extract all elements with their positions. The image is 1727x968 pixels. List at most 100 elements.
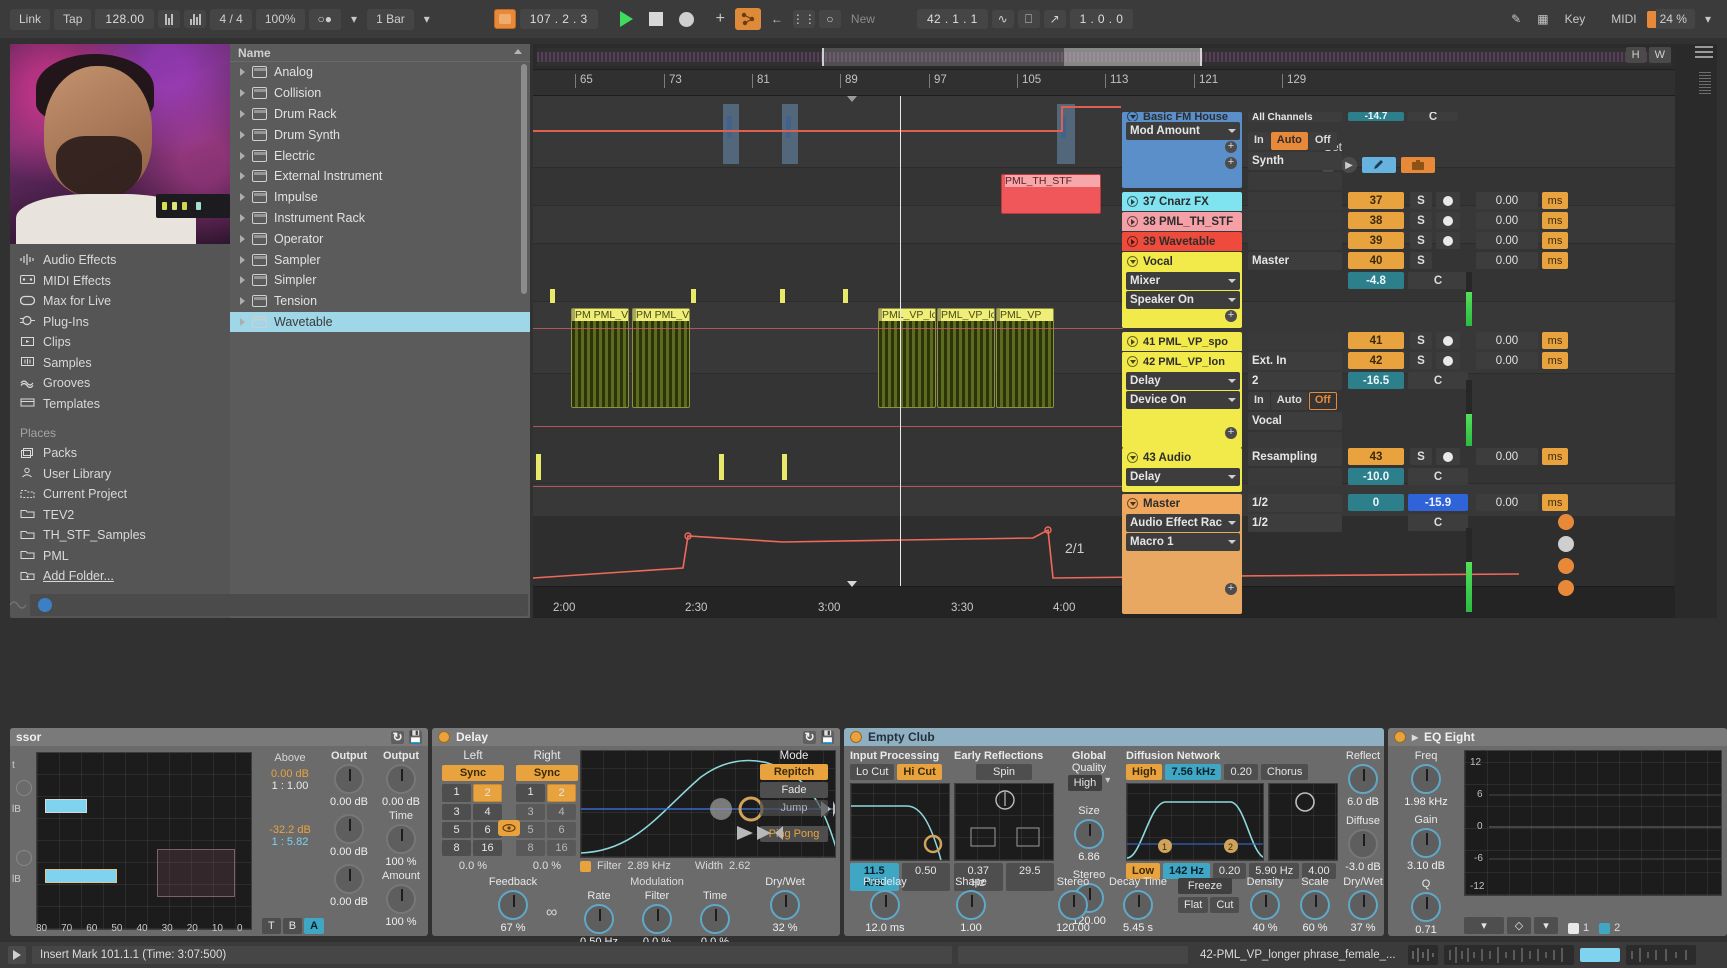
delay-unit-43[interactable]: ms bbox=[1542, 448, 1568, 465]
sidebar-item-packs[interactable]: Packs bbox=[20, 443, 230, 464]
early-reflections-graph[interactable] bbox=[954, 783, 1054, 861]
io-ext-in-42[interactable]: Ext. In bbox=[1248, 352, 1342, 370]
sidebar-item-samples[interactable]: Samples bbox=[20, 353, 230, 374]
plugin-badge-icon[interactable] bbox=[38, 598, 52, 612]
expand-triangle-icon[interactable] bbox=[240, 276, 245, 285]
punch-icon[interactable]: ○ bbox=[818, 10, 841, 28]
reverb-drywet-value[interactable]: 37 % bbox=[1350, 922, 1375, 934]
sidebar-item-add-folder[interactable]: Add Folder... bbox=[20, 566, 230, 587]
device-speaker-on[interactable]: Speaker On bbox=[1126, 291, 1240, 309]
output-knob-3[interactable] bbox=[334, 864, 364, 894]
track-41-pml-vp-spo[interactable]: 41 PML_VP_spo bbox=[1122, 332, 1242, 351]
scale-value[interactable]: 60 % bbox=[1302, 922, 1327, 934]
decay-knob[interactable] bbox=[1123, 890, 1153, 920]
pan-field-0[interactable]: C bbox=[1408, 112, 1458, 121]
delay-field-39[interactable]: 0.00 bbox=[1476, 232, 1538, 249]
midi-map-button[interactable]: MIDI bbox=[1605, 9, 1642, 29]
track-37-cnarz-fx[interactable]: 37 Cnarz FX bbox=[1122, 192, 1242, 211]
right-div-1[interactable]: 1 bbox=[516, 784, 545, 802]
clip-pm-pml-v-1[interactable]: PM PML_V bbox=[571, 308, 629, 408]
arrangement-record-icon[interactable] bbox=[493, 9, 516, 29]
delay-unit-39[interactable]: ms bbox=[1542, 232, 1568, 249]
amount-value[interactable]: 100 % bbox=[385, 916, 416, 928]
arm-button-38[interactable] bbox=[1436, 212, 1460, 229]
overview-selection-active[interactable] bbox=[1064, 48, 1202, 66]
reflect-knob[interactable] bbox=[1348, 764, 1378, 794]
compressor-graph[interactable] bbox=[36, 752, 252, 930]
filter-enable-icon[interactable] bbox=[580, 860, 591, 872]
io-empty-41[interactable] bbox=[1248, 332, 1342, 350]
reflect-value[interactable]: 6.0 dB bbox=[1347, 796, 1379, 808]
loop-marker-icon[interactable] bbox=[847, 96, 857, 102]
browser-item[interactable]: Instrument Rack bbox=[230, 208, 530, 229]
browser-item[interactable]: Simpler bbox=[230, 270, 530, 291]
delay-unit-40[interactable]: ms bbox=[1542, 252, 1568, 269]
solo-button-38[interactable]: S bbox=[1410, 212, 1432, 229]
browser-item[interactable]: Tension bbox=[230, 291, 530, 312]
eq-curve-graph[interactable]: 12 6 0 -6 -12 bbox=[1464, 750, 1722, 896]
delay-unit-38[interactable]: ms bbox=[1542, 212, 1568, 229]
link-channels-icon[interactable] bbox=[498, 820, 520, 836]
device-audio-effect-rack[interactable]: Audio Effect Rac bbox=[1126, 514, 1240, 532]
clip-pml-vp-lo-2[interactable]: PML_VP_lo bbox=[937, 308, 995, 408]
expand-triangle-icon[interactable] bbox=[240, 213, 245, 222]
metronome-settings-icon[interactable] bbox=[184, 10, 207, 28]
status-clip-selected[interactable] bbox=[1579, 948, 1620, 962]
compressor-knob-left-2[interactable] bbox=[16, 850, 32, 866]
status-end-preview[interactable] bbox=[1625, 945, 1696, 965]
left-div-2[interactable]: 2 bbox=[473, 784, 502, 802]
right-div-16[interactable]: 16 bbox=[547, 840, 576, 856]
freeze-button[interactable]: Freeze bbox=[1178, 878, 1232, 894]
expand-triangle-icon[interactable] bbox=[240, 151, 245, 160]
delay-unit-37[interactable]: ms bbox=[1542, 192, 1568, 209]
track-number-42[interactable]: 42 bbox=[1348, 352, 1404, 369]
track-number-39[interactable]: 39 bbox=[1348, 232, 1404, 249]
sidebar-item-tev2[interactable]: TEV2 bbox=[20, 505, 230, 526]
mode-b-button[interactable]: B bbox=[282, 918, 303, 934]
io-out-vocal-42[interactable]: Vocal bbox=[1248, 412, 1342, 430]
add-device-icon[interactable]: + bbox=[1225, 157, 1237, 169]
track-basic-fm-house[interactable]: Basic FM House Mod Amount + + bbox=[1122, 112, 1242, 188]
sidebar-item-current-project[interactable]: Current Project bbox=[20, 484, 230, 505]
loop-switch-icon[interactable]: ⋮⋮ bbox=[792, 10, 816, 28]
time-value-top[interactable]: 0.00 dB bbox=[382, 796, 420, 808]
expand-triangle-icon[interactable] bbox=[240, 193, 245, 202]
sidebar-item-plug-ins[interactable]: Plug-Ins bbox=[20, 312, 230, 333]
browser-item[interactable]: Collision bbox=[230, 83, 530, 104]
browser-item[interactable]: Drum Synth bbox=[230, 124, 530, 145]
threshold-a[interactable]: 0.00 dB bbox=[254, 768, 326, 780]
add-device-icon[interactable]: + bbox=[1225, 141, 1237, 153]
device-delay-43[interactable]: Delay bbox=[1126, 468, 1240, 486]
volume-field-0[interactable]: -14.7 bbox=[1348, 112, 1404, 121]
arrangement-menu-icon[interactable] bbox=[1695, 46, 1713, 61]
pencil-icon[interactable] bbox=[1362, 157, 1396, 173]
volume-field-43[interactable]: -10.0 bbox=[1348, 468, 1404, 485]
mod-filter-knob[interactable] bbox=[642, 904, 672, 934]
mode-repitch[interactable]: Repitch bbox=[760, 764, 828, 780]
hotswap-icon[interactable]: ↻ bbox=[803, 730, 816, 744]
output-value-1[interactable]: 0.00 dB bbox=[330, 796, 368, 808]
expand-triangle-icon[interactable] bbox=[240, 297, 245, 306]
sidebar-item-midi-effects[interactable]: MIDI Effects bbox=[20, 271, 230, 292]
arm-button-43[interactable] bbox=[1436, 448, 1460, 465]
monitor-selector-42[interactable]: In Auto Off bbox=[1248, 392, 1337, 410]
tap-tempo-button[interactable]: Tap bbox=[54, 8, 92, 30]
delay-unit-master[interactable]: ms bbox=[1542, 494, 1568, 511]
density-knob[interactable] bbox=[1250, 890, 1280, 920]
sidebar-item-pml[interactable]: PML bbox=[20, 546, 230, 567]
monitor-off[interactable]: Off bbox=[1308, 132, 1337, 150]
shape-knob[interactable] bbox=[956, 890, 986, 920]
device-compressor[interactable]: ssor ↻ 💾 t lB lB 80 70 60 50 40 30 20 10… bbox=[10, 728, 428, 936]
browser-item[interactable]: Analog bbox=[230, 62, 530, 83]
browser-item[interactable]: Sampler bbox=[230, 249, 530, 270]
clip-pm-pml-v-2[interactable]: PM PML_V bbox=[632, 308, 690, 408]
eq-gain-knob[interactable] bbox=[1411, 828, 1441, 858]
expand-triangle-icon[interactable] bbox=[240, 172, 245, 181]
eq-filter-type-2[interactable]: ▾ bbox=[1534, 917, 1558, 934]
track-39-wavetable[interactable]: 39 Wavetable bbox=[1122, 232, 1242, 251]
high-freq-value[interactable]: 7.56 kHz bbox=[1165, 764, 1222, 780]
key-map-button[interactable]: Key bbox=[1559, 9, 1592, 29]
device-reverb[interactable]: Empty Club Input Processing Lo Cut Hi Cu… bbox=[844, 728, 1384, 936]
expand-triangle-icon[interactable] bbox=[240, 109, 245, 118]
stereo-value-2[interactable]: 120.00 bbox=[1056, 922, 1090, 934]
